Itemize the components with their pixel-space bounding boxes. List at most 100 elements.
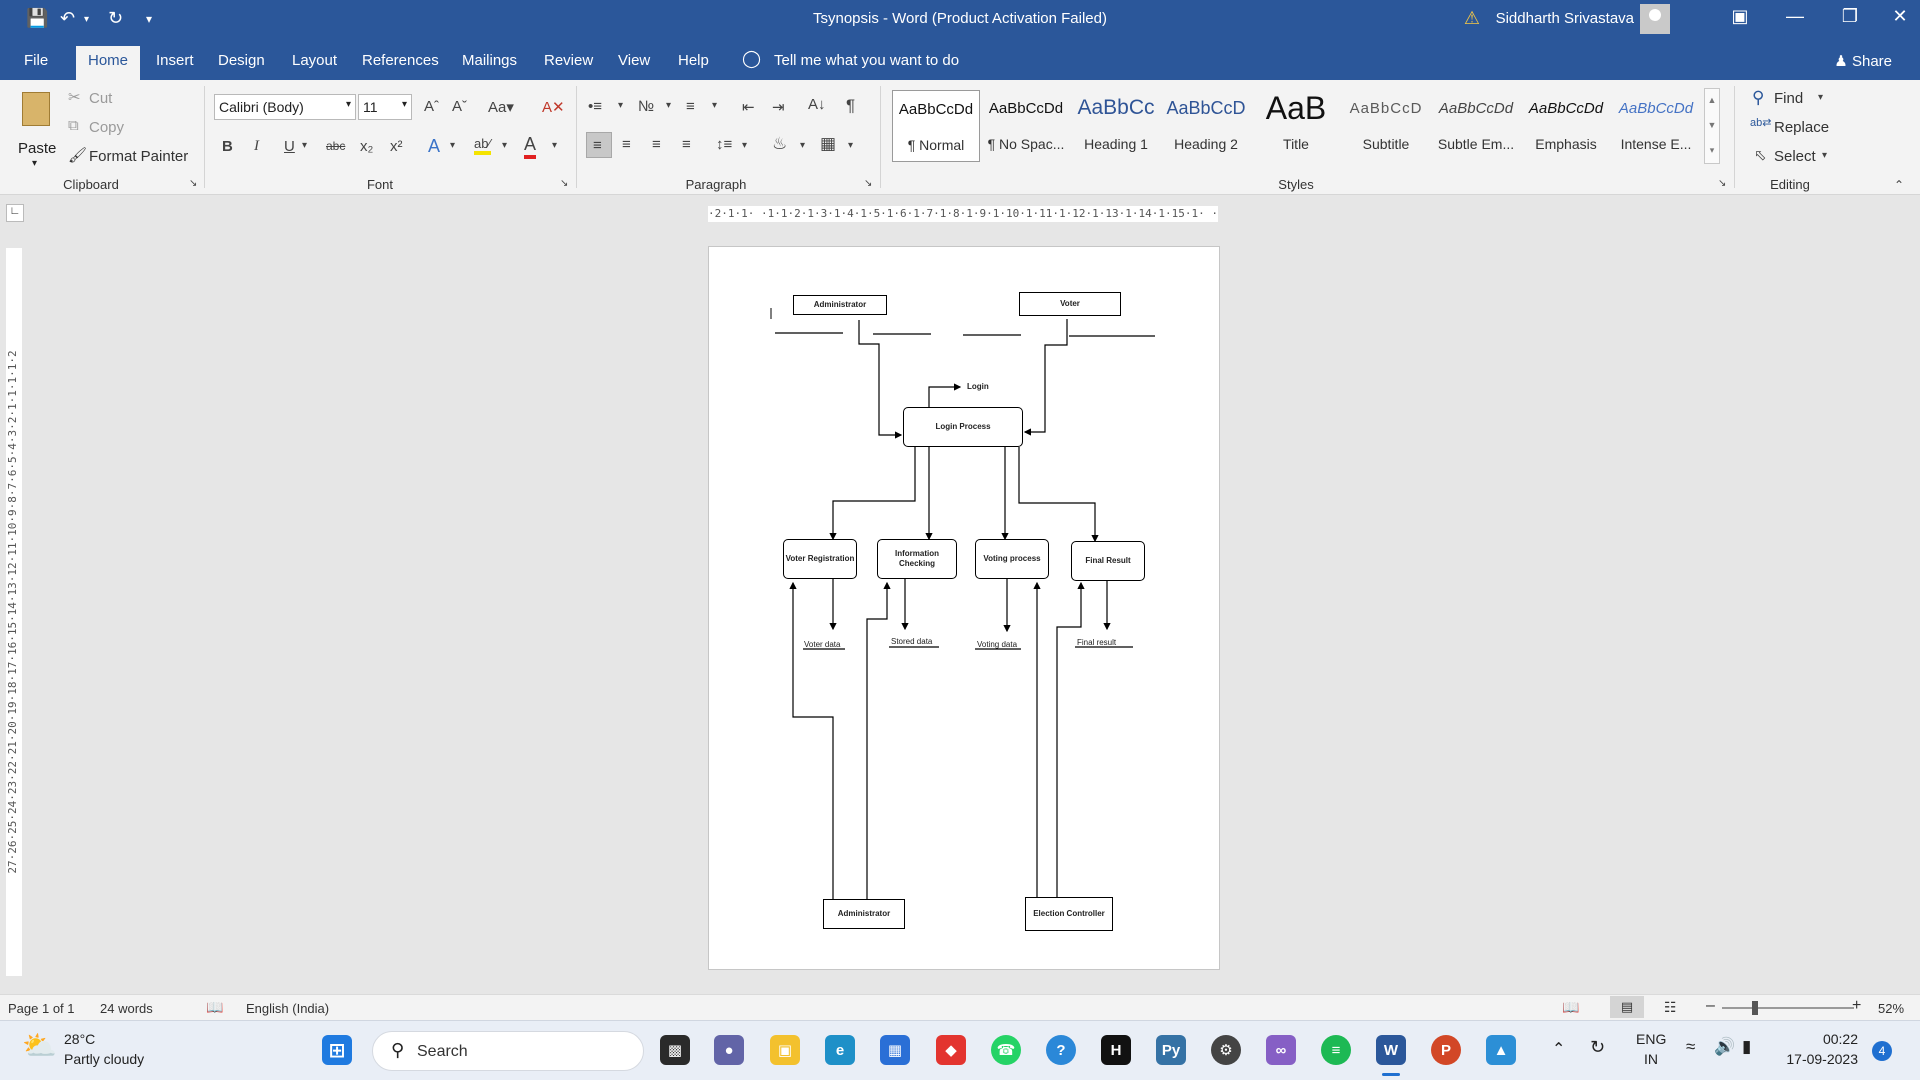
datastore-voter-data[interactable]: Voter data	[804, 640, 840, 649]
read-mode-icon[interactable]: 📖	[1562, 999, 1579, 1016]
share-button[interactable]: ♟ Share	[1834, 52, 1892, 70]
store-icon[interactable]: ▦	[880, 1035, 910, 1065]
user-name[interactable]: Siddharth Srivastava	[1496, 10, 1634, 27]
font-color-icon[interactable]: A	[524, 134, 537, 159]
grow-font-icon[interactable]: Aˆ	[424, 98, 439, 115]
whatsapp-icon[interactable]: ☎	[991, 1035, 1021, 1065]
task-view-icon[interactable]: ▩	[660, 1035, 690, 1065]
tab-design[interactable]: Design	[218, 52, 265, 69]
strikethrough-icon[interactable]: abc	[326, 139, 345, 153]
style-heading-1[interactable]: AaBbCc Heading 1	[1072, 90, 1160, 162]
zoom-in-icon[interactable]: +	[1852, 997, 1861, 1015]
dialog-launcher-icon[interactable]: ↘	[189, 178, 197, 189]
wifi-icon[interactable]: ≈	[1686, 1037, 1695, 1057]
entity-administrator-bottom[interactable]: Administrator	[823, 899, 905, 929]
app-red-diamond-icon[interactable]: ◆	[936, 1035, 966, 1065]
datastore-final-result[interactable]: Final result	[1077, 638, 1116, 647]
tab-file[interactable]: File	[24, 52, 48, 69]
entity-election-controller[interactable]: Election Controller	[1025, 897, 1113, 931]
vertical-ruler[interactable]: 27·26·25·24·23·22·21·20·19·18·17·16·15·1…	[6, 248, 22, 976]
chevron-down-icon[interactable]: ▾	[502, 140, 507, 151]
chevron-down-icon[interactable]: ▾	[552, 140, 557, 151]
tab-references[interactable]: References	[362, 52, 439, 69]
superscript-icon[interactable]: x²	[390, 138, 403, 155]
tab-home[interactable]: Home	[76, 46, 141, 80]
format-painter-button[interactable]: Format Painter	[89, 148, 188, 165]
dialog-launcher-icon[interactable]: ↘	[1718, 178, 1726, 189]
chevron-down-icon[interactable]: ▾	[712, 100, 717, 111]
restore-icon[interactable]: ❐	[1830, 6, 1870, 27]
datastore-voting-data[interactable]: Voting data	[977, 640, 1017, 649]
clear-formatting-icon[interactable]: A✕	[542, 98, 565, 116]
photos-icon[interactable]: ▲	[1486, 1035, 1516, 1065]
bullets-icon[interactable]: •≡	[588, 98, 602, 115]
word-icon[interactable]: W	[1376, 1035, 1406, 1065]
justify-icon[interactable]: ≡	[682, 136, 691, 153]
process-voting[interactable]: Voting process	[975, 539, 1049, 579]
style-subtitle[interactable]: AaBbCcD Subtitle	[1342, 90, 1430, 162]
align-right-icon[interactable]: ≡	[652, 136, 661, 153]
volume-icon[interactable]: 🔊	[1714, 1037, 1735, 1057]
chevron-down-icon[interactable]: ▾	[800, 140, 805, 151]
word-count[interactable]: 24 words	[100, 1001, 153, 1016]
entity-administrator-top[interactable]: Administrator	[793, 295, 887, 315]
tab-view[interactable]: View	[618, 52, 650, 69]
chevron-down-icon[interactable]: ▾	[618, 100, 623, 111]
document-canvas[interactable]: ∟ ·2·1·1· ·1·1·2·1·3·1·4·1·5·1·6·1·7·1·8…	[0, 196, 1920, 994]
powerpoint-icon[interactable]: P	[1431, 1035, 1461, 1065]
ribbon-display-options-icon[interactable]: ▣	[1720, 6, 1760, 27]
chevron-down-icon[interactable]: ▾	[1818, 92, 1823, 103]
underline-icon[interactable]: U	[284, 138, 295, 155]
text-effects-icon[interactable]: A	[428, 136, 440, 157]
horizontal-ruler[interactable]: ·2·1·1· ·1·1·2·1·3·1·4·1·5·1·6·1·7·1·8·1…	[708, 206, 1218, 222]
line-spacing-icon[interactable]: ↕≡	[716, 136, 732, 153]
decrease-indent-icon[interactable]: ⇤	[742, 98, 755, 116]
login-label[interactable]: Login	[967, 382, 989, 391]
styles-scroll[interactable]: ▲ ▼ ▾	[1704, 88, 1720, 164]
process-login[interactable]: Login Process	[903, 407, 1023, 447]
weather-temp[interactable]: 28°C	[64, 1031, 95, 1047]
chevron-down-icon[interactable]: ▾	[848, 140, 853, 151]
dialog-launcher-icon[interactable]: ↘	[560, 178, 568, 189]
chevron-up-icon[interactable]: ⌃	[1552, 1039, 1565, 1059]
visual-studio-icon[interactable]: ∞	[1266, 1035, 1296, 1065]
process-voter-registration[interactable]: Voter Registration	[783, 539, 857, 579]
style-subtle-emphasis[interactable]: AaBbCcDd Subtle Em...	[1432, 90, 1520, 162]
datastore-stored-data[interactable]: Stored data	[891, 637, 932, 646]
chevron-down-icon[interactable]: ▾	[666, 100, 671, 111]
italic-icon[interactable]: I	[254, 138, 259, 155]
dialog-launcher-icon[interactable]: ↘	[864, 178, 872, 189]
font-family-dropdown[interactable]: Calibri (Body) ▾	[214, 94, 356, 120]
search-box[interactable]: ⚲ Search	[372, 1031, 644, 1071]
tab-selector-icon[interactable]: ∟	[6, 204, 24, 222]
multilevel-list-icon[interactable]: ≡	[686, 98, 695, 115]
zoom-level[interactable]: 52%	[1878, 1001, 1904, 1016]
subscript-icon[interactable]: x₂	[360, 138, 373, 155]
highlight-icon[interactable]: ab⁄	[474, 136, 491, 155]
notification-badge[interactable]: 4	[1872, 1041, 1892, 1061]
minimize-icon[interactable]: —	[1775, 6, 1815, 27]
chevron-down-icon[interactable]: ▾	[302, 140, 307, 151]
change-case-icon[interactable]: Aa▾	[488, 98, 514, 116]
python-icon[interactable]: Py	[1156, 1035, 1186, 1065]
windows-start-icon[interactable]: ⊞	[322, 1035, 352, 1065]
shrink-font-icon[interactable]: Aˇ	[452, 98, 467, 115]
style-title[interactable]: AaB Title	[1252, 90, 1340, 162]
process-final-result[interactable]: Final Result	[1071, 541, 1145, 581]
language-line2[interactable]: IN	[1644, 1051, 1658, 1067]
scroll-down-icon[interactable]: ▼	[1705, 114, 1719, 139]
align-left-icon[interactable]: ≡	[586, 132, 612, 158]
more-styles-icon[interactable]: ▾	[1705, 139, 1719, 163]
style-normal[interactable]: AaBbCcDd ¶ Normal	[892, 90, 980, 162]
chevron-down-icon[interactable]: ▾	[742, 140, 747, 151]
tell-me-search[interactable]: Tell me what you want to do	[774, 52, 959, 69]
copy-button[interactable]: Copy	[89, 119, 124, 136]
avatar[interactable]	[1640, 4, 1670, 34]
language-status[interactable]: English (India)	[246, 1001, 329, 1016]
weather-desc[interactable]: Partly cloudy	[64, 1051, 144, 1067]
spotify-icon[interactable]: ≡	[1321, 1035, 1351, 1065]
sort-icon[interactable]: A↓	[808, 96, 826, 113]
style-emphasis[interactable]: AaBbCcDd Emphasis	[1522, 90, 1610, 162]
language-line1[interactable]: ENG	[1636, 1031, 1666, 1047]
numbering-icon[interactable]: №	[638, 98, 654, 115]
